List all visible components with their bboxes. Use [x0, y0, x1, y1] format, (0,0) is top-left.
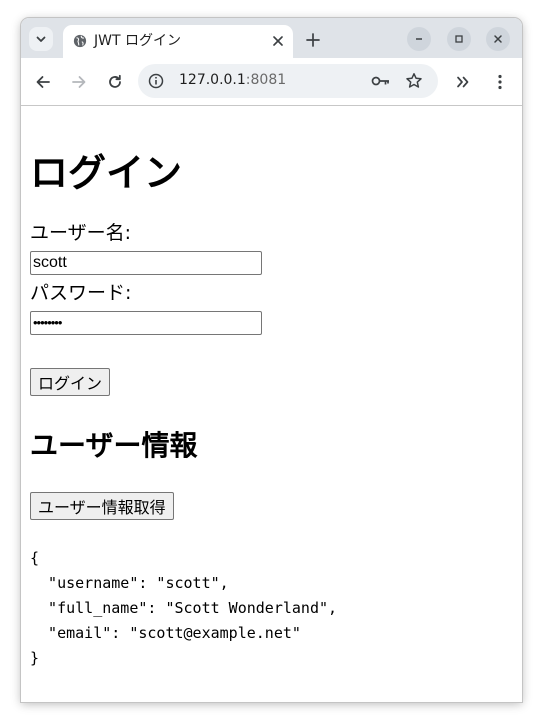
password-label: パスワード:	[30, 282, 132, 304]
new-tab-button[interactable]	[302, 29, 324, 51]
userinfo-heading: ユーザー情報	[30, 429, 198, 462]
tab-close-button[interactable]	[269, 32, 287, 50]
page-title: ログイン	[30, 151, 183, 195]
globe-icon	[73, 34, 87, 48]
bookmark-button[interactable]	[404, 71, 424, 91]
minimize-button[interactable]	[407, 27, 431, 51]
username-input[interactable]: scott	[30, 251, 262, 275]
page-content: ログイン ユーザー名: scott パスワード: •••••••• ログイン ユ…	[21, 106, 522, 702]
address-bar[interactable]: 127.0.0.1:8081	[138, 64, 438, 98]
url-port: :8081	[245, 72, 287, 88]
browser-toolbar: 127.0.0.1:8081	[21, 58, 522, 106]
username-label: ユーザー名:	[30, 222, 132, 244]
arrow-right-icon	[72, 76, 86, 88]
star-icon	[406, 73, 422, 88]
extensions-button[interactable]	[451, 70, 475, 94]
get-userinfo-button[interactable]: ユーザー情報取得	[30, 492, 174, 520]
info-icon[interactable]	[148, 73, 164, 89]
tab-strip: JWT ログイン	[21, 18, 522, 65]
password-manager-button[interactable]	[371, 71, 391, 91]
maximize-button[interactable]	[447, 27, 471, 51]
key-icon	[371, 76, 389, 86]
password-input[interactable]: ••••••••	[30, 311, 262, 335]
url-host: 127.0.0.1	[179, 72, 246, 88]
forward-button[interactable]	[67, 70, 91, 94]
menu-button[interactable]	[488, 70, 512, 94]
kebab-menu-icon	[498, 74, 502, 90]
close-icon	[273, 36, 283, 46]
back-button[interactable]	[31, 70, 55, 94]
chevron-down-icon	[36, 36, 46, 42]
close-window-button[interactable]	[486, 27, 510, 51]
tab-title: JWT ログイン	[94, 33, 181, 49]
url-text[interactable]: 127.0.0.1:8081	[179, 72, 286, 88]
maximize-icon	[455, 35, 463, 43]
plus-icon	[306, 33, 320, 47]
reload-button[interactable]	[103, 70, 127, 94]
tab-search-button[interactable]	[29, 27, 53, 51]
login-button[interactable]: ログイン	[30, 368, 111, 396]
arrow-left-icon	[36, 76, 50, 88]
chevrons-right-icon	[457, 76, 469, 88]
minimize-icon	[416, 38, 422, 40]
browser-window: JWT ログイン 127.0.0.1:8081 ログイン ユーザー名: scot…	[21, 18, 522, 702]
userinfo-result: { "username": "scott", "full_name": "Sco…	[30, 549, 338, 667]
close-icon	[494, 35, 502, 43]
reload-icon	[109, 74, 121, 88]
